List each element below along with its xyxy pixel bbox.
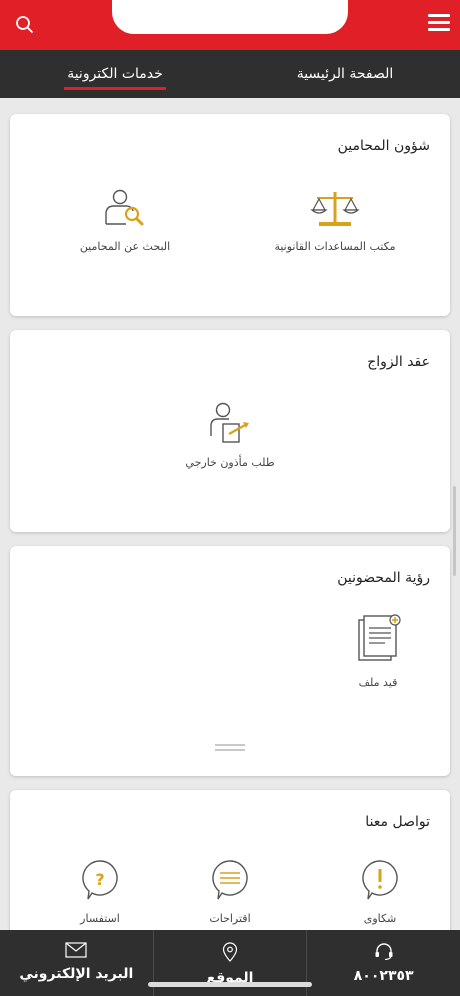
section-title: شؤون المحامين [337,138,430,154]
file-add-icon [358,614,401,661]
person-document-icon [210,402,249,443]
tab-home[interactable]: الصفحة الرئيسية [230,50,460,98]
service-label: مكتب المساعدات القانونية [274,240,396,253]
home-indicator[interactable] [148,982,312,987]
service-complaints[interactable]: شكاوى [305,858,455,925]
hamburger-icon-line [428,21,450,24]
service-suggestions[interactable]: اقتراحات [155,858,305,925]
tab-label: الصفحة الرئيسية [296,66,394,82]
drag-handle-line [215,744,245,746]
service-legal-aid-office[interactable]: مكتب المساعدات القانونية [260,188,410,253]
service-label: البحث عن المحامين [79,240,171,253]
drag-handle-line [215,749,245,751]
lines-bubble-icon [212,860,248,900]
service-label: طلب مأذون خارجي [185,456,275,469]
section-title: رؤية المحضونين [337,570,430,586]
mail-icon [65,942,87,958]
person-search-icon [105,189,144,226]
service-label: اقتراحات [209,912,251,925]
email-button[interactable]: البريد الإلكتروني [0,930,154,996]
content-area[interactable]: شؤون المحامين مكتب المساعدات القانونية ا… [0,98,460,930]
hamburger-icon-line [428,14,450,17]
phone-number-label: ٨٠٠٢٣٥٣ [353,968,414,984]
card-custody-visitation: رؤية المحضونين قيد ملف [10,546,450,776]
service-label: قيد ملف [358,676,398,689]
service-find-lawyers[interactable]: البحث عن المحامين [50,186,200,253]
svg-text:?: ? [95,870,104,889]
device-notch [112,0,348,34]
search-button[interactable] [12,12,38,38]
menu-button[interactable] [428,14,450,34]
section-title: تواصل معنا [365,814,430,830]
tab-bar: خدمات الكترونية الصفحة الرئيسية [0,50,460,98]
service-label: شكاوى [363,912,397,925]
active-tab-indicator [64,87,166,90]
email-label: البريد الإلكتروني [19,966,134,982]
top-bar [0,0,460,50]
headset-icon [375,943,393,960]
hamburger-icon-line [428,28,450,31]
section-title: عقد الزواج [367,354,430,370]
scrollbar[interactable] [453,486,456,576]
phone-button[interactable]: ٨٠٠٢٣٥٣ [307,930,460,996]
tab-e-services[interactable]: خدمات الكترونية [0,50,230,98]
drag-handle[interactable] [215,744,245,752]
service-external-officiant-request[interactable]: طلب مأذون خارجي [155,400,305,469]
service-inquiry[interactable]: ? استفسار [25,858,175,925]
exclamation-bubble-icon [362,860,398,900]
location-pin-icon [222,942,238,962]
card-contact-us: تواصل معنا شكاوى اقتراحات ? استفسار [10,790,450,930]
search-icon [16,16,33,33]
card-lawyers-affairs: شؤون المحامين مكتب المساعدات القانونية ا… [10,114,450,316]
service-register-file[interactable]: قيد ملف [328,614,428,689]
tab-label: خدمات الكترونية [67,66,163,82]
question-bubble-icon: ? [82,860,118,900]
card-marriage-contract: عقد الزواج طلب مأذون خارجي [10,330,450,532]
scales-icon [310,192,360,226]
service-label: استفسار [80,912,120,925]
